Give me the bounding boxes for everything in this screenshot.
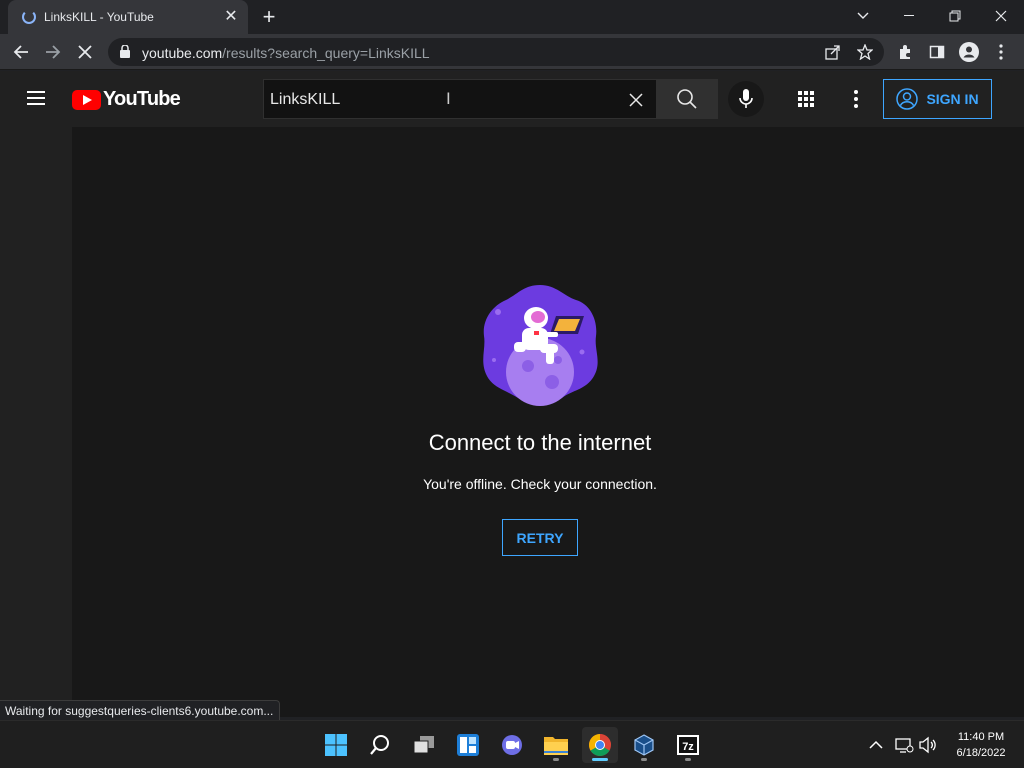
teams-chat-icon xyxy=(502,735,522,755)
lock-icon xyxy=(120,45,130,58)
tab-search-chevron-icon[interactable] xyxy=(840,0,886,32)
virtualbox-icon xyxy=(634,734,654,756)
back-button[interactable] xyxy=(8,39,34,65)
clock-date: 6/18/2022 xyxy=(956,747,1006,759)
show-hidden-icons-chevron-icon[interactable] xyxy=(866,735,886,755)
stop-loading-button[interactable] xyxy=(72,39,98,65)
search-icon xyxy=(677,89,697,109)
offline-message: You're offline. Check your connection. xyxy=(423,476,657,492)
clock-time: 11:40 PM xyxy=(957,731,1005,743)
tab-title: LinksKILL - YouTube xyxy=(44,10,154,24)
search-icon xyxy=(370,735,389,755)
youtube-apps-grid-icon[interactable] xyxy=(794,87,818,111)
loading-spinner-icon xyxy=(22,10,36,24)
share-icon[interactable] xyxy=(820,39,846,65)
svg-text:7z: 7z xyxy=(682,741,694,753)
browser-tab-strip: LinksKILL - YouTube ✕ + xyxy=(0,0,1024,34)
clear-search-icon[interactable] xyxy=(626,90,646,110)
chrome-icon xyxy=(589,734,611,756)
widgets-button[interactable] xyxy=(450,727,486,763)
forward-button[interactable] xyxy=(40,39,66,65)
sign-in-label: SIGN IN xyxy=(926,91,979,107)
youtube-logo-text: YouTube xyxy=(103,88,181,110)
status-bubble: Waiting for suggestqueries-clients6.yout… xyxy=(0,700,281,720)
side-panel-icon[interactable] xyxy=(924,39,950,65)
folder-icon xyxy=(544,737,568,755)
guide-sidebar xyxy=(0,127,72,717)
volume-icon[interactable] xyxy=(918,735,938,755)
search-input[interactable]: LinksKILL I xyxy=(263,79,656,119)
7zip-button[interactable]: 7z xyxy=(670,727,706,763)
chrome-menu-icon[interactable] xyxy=(988,39,1014,65)
windows-taskbar: 7z 11:40 PM 6/18/2022 xyxy=(0,720,1024,768)
youtube-header: YouTube LinksKILL I SIGN IN xyxy=(0,71,1024,127)
browser-tab[interactable]: LinksKILL - YouTube ✕ xyxy=(8,0,248,34)
task-view-icon xyxy=(413,736,434,754)
taskbar-search-button[interactable] xyxy=(362,727,398,763)
file-explorer-button[interactable] xyxy=(538,727,574,763)
tab-close-icon[interactable]: ✕ xyxy=(222,8,240,26)
account-circle-icon xyxy=(896,88,919,110)
7zip-icon: 7z xyxy=(677,735,699,755)
bookmark-star-icon[interactable] xyxy=(852,39,878,65)
text-cursor-icon: I xyxy=(446,89,451,108)
chrome-button[interactable] xyxy=(582,727,618,763)
taskbar-clock[interactable]: 11:40 PM 6/18/2022 xyxy=(944,729,1018,761)
minimize-button[interactable] xyxy=(886,0,932,32)
browser-toolbar: youtube.com/results?search_query=LinksKI… xyxy=(0,34,1024,70)
address-url: youtube.com/results?search_query=LinksKI… xyxy=(142,45,430,61)
search-button[interactable] xyxy=(656,79,718,119)
voice-search-button[interactable] xyxy=(728,81,764,117)
settings-more-icon[interactable] xyxy=(844,87,868,111)
windows-logo-icon xyxy=(325,734,347,756)
new-tab-button[interactable]: + xyxy=(258,6,280,28)
youtube-logo[interactable]: YouTube xyxy=(72,88,181,111)
network-icon[interactable] xyxy=(894,735,914,755)
virtualbox-button[interactable] xyxy=(626,727,662,763)
microphone-icon xyxy=(739,89,753,108)
youtube-play-icon xyxy=(72,89,101,110)
retry-button[interactable]: RETRY xyxy=(502,519,578,556)
close-window-button[interactable] xyxy=(978,0,1024,32)
search-input-value: LinksKILL xyxy=(270,91,341,108)
extensions-icon[interactable] xyxy=(892,39,918,65)
offline-astronaut-illustration xyxy=(483,285,598,406)
profile-avatar-icon[interactable] xyxy=(956,39,982,65)
teams-chat-button[interactable] xyxy=(494,727,530,763)
widgets-icon xyxy=(457,734,479,756)
sign-in-button[interactable]: SIGN IN xyxy=(883,79,992,119)
restore-button[interactable] xyxy=(932,0,978,32)
address-bar[interactable]: youtube.com/results?search_query=LinksKI… xyxy=(108,38,884,66)
start-button[interactable] xyxy=(318,727,354,763)
task-view-button[interactable] xyxy=(406,727,442,763)
main-content xyxy=(72,127,1024,717)
hamburger-menu-icon[interactable] xyxy=(24,87,48,111)
offline-title: Connect to the internet xyxy=(428,430,652,455)
